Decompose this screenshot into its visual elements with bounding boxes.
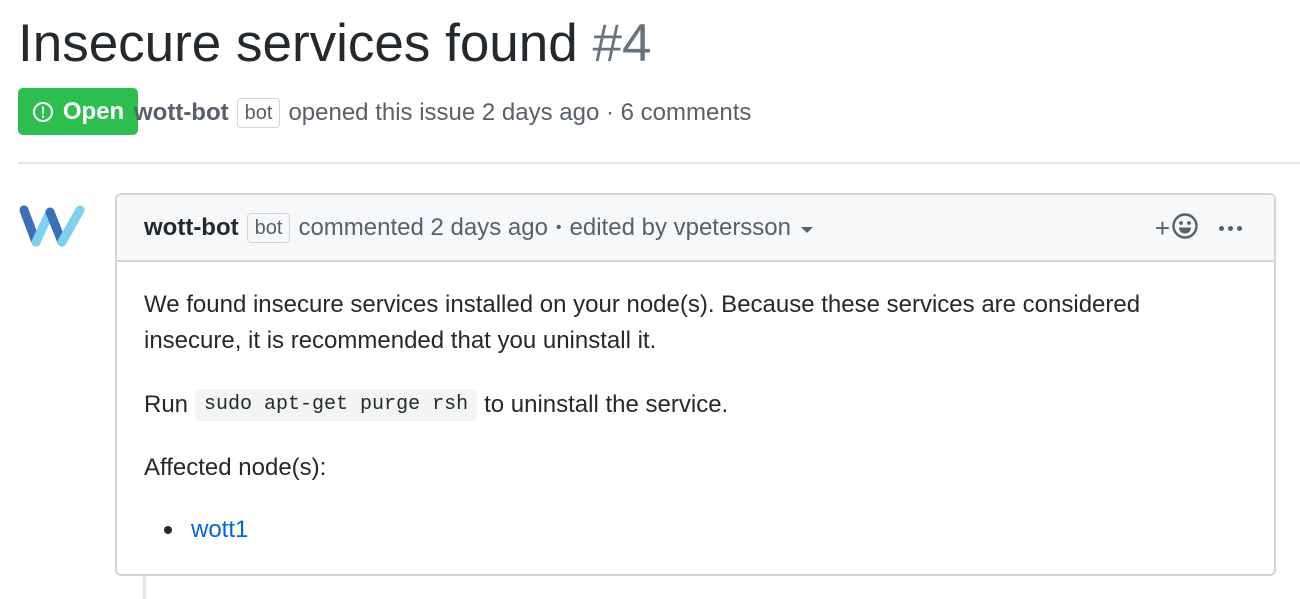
issue-title: Insecure services found #4 <box>18 12 651 76</box>
edited-by-dropdown[interactable]: edited by vpetersson <box>569 214 814 242</box>
issue-meta: wott-bot bot opened this issue 2 days ag… <box>134 93 751 133</box>
triangle-down-icon <box>801 227 814 233</box>
comment-box: wott-bot bot commented 2 days ago • edit… <box>115 193 1276 576</box>
kebab-horizontal-icon <box>1219 225 1224 231</box>
add-reaction-button[interactable]: + <box>1155 212 1199 245</box>
comment-timestamp[interactable]: commented 2 days ago <box>298 214 547 242</box>
command-code: sudo apt-get purge rsh <box>195 389 478 421</box>
node-link-wott1[interactable]: wott1 <box>191 512 248 548</box>
kebab-dot <box>1237 225 1242 231</box>
comment-paragraph: We found insecure services installed on … <box>144 291 1141 354</box>
kebab-dot <box>1228 225 1233 231</box>
more-options-button[interactable] <box>1217 225 1244 231</box>
issue-title-text: Insecure services found <box>18 14 578 73</box>
bullet <box>164 526 172 534</box>
affected-nodes-list: wott1 <box>164 512 248 548</box>
plus-icon: + <box>1154 213 1170 243</box>
comment-actions: + <box>1155 211 1244 245</box>
header-divider <box>18 162 1300 164</box>
run-prefix: Run <box>144 391 189 418</box>
issue-state-label: Open <box>62 97 125 125</box>
comment-meta: wott-bot bot commented 2 days ago • edit… <box>144 209 814 247</box>
timeline-line <box>143 576 146 599</box>
issue-opened-icon <box>32 101 54 123</box>
issue-state-badge: Open <box>18 88 138 135</box>
smiley-icon <box>1171 212 1199 245</box>
issue-author-link[interactable]: wott-bot <box>134 99 229 127</box>
comment-header: wott-bot bot commented 2 days ago • edit… <box>117 195 1274 262</box>
comment-author-link[interactable]: wott-bot <box>144 214 239 242</box>
comment-bot-badge: bot <box>246 213 291 243</box>
edited-by-label: edited by vpetersson <box>569 214 792 241</box>
run-command-paragraph: Run sudo apt-get purge rsh to uninstall … <box>144 387 728 423</box>
issue-meta-text: opened this issue 2 days ago · 6 comment… <box>288 99 752 126</box>
list-item: wott1 <box>164 512 248 548</box>
avatar[interactable] <box>18 203 88 249</box>
bot-badge: bot <box>236 98 281 128</box>
issue-number: #4 <box>592 14 652 73</box>
run-suffix: to uninstall the service. <box>484 391 729 418</box>
affected-nodes-label: Affected node(s): <box>144 454 327 481</box>
wott-logo-icon <box>19 205 85 247</box>
meta-separator: • <box>555 219 562 236</box>
